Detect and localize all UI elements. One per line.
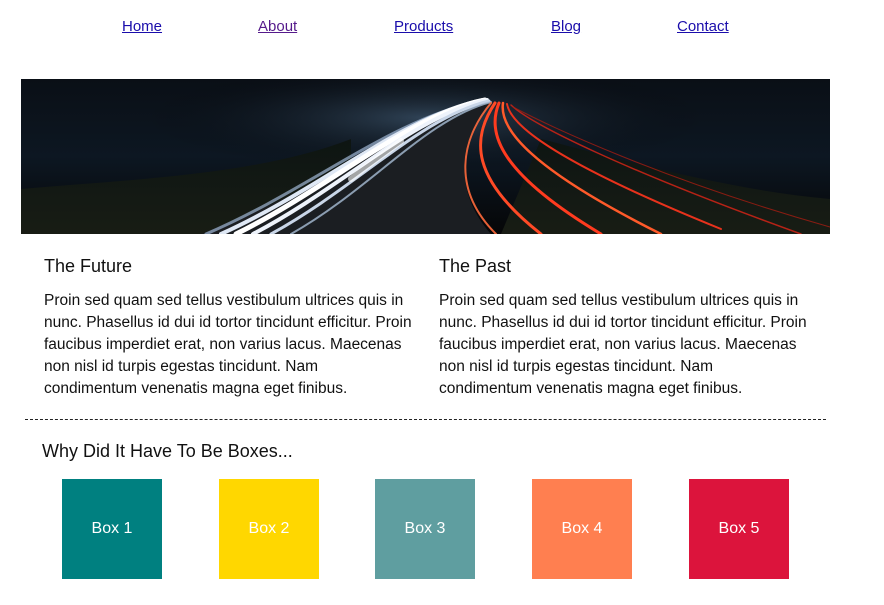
section-divider	[25, 419, 826, 420]
nav-link-contact[interactable]: Contact	[677, 18, 729, 35]
future-column: The Future Proin sed quam sed tellus ves…	[44, 255, 414, 400]
box-1-label: Box 1	[91, 520, 133, 537]
hero-image	[21, 79, 830, 234]
box-3: Box 3	[375, 479, 475, 579]
box-5-label: Box 5	[718, 520, 760, 537]
box-4-label: Box 4	[561, 520, 603, 537]
box-2: Box 2	[219, 479, 319, 579]
nav-link-products[interactable]: Products	[394, 18, 453, 35]
past-column: The Past Proin sed quam sed tellus vesti…	[439, 255, 809, 400]
future-body: Proin sed quam sed tellus vestibulum ult…	[44, 292, 412, 397]
nav-link-about[interactable]: About	[258, 18, 297, 35]
box-2-label: Box 2	[248, 520, 290, 537]
box-4: Box 4	[532, 479, 632, 579]
past-heading: The Past	[439, 256, 512, 276]
past-body: Proin sed quam sed tellus vestibulum ult…	[439, 292, 807, 397]
box-3-label: Box 3	[404, 520, 446, 537]
box-5: Box 5	[689, 479, 789, 579]
nav-link-blog[interactable]: Blog	[551, 18, 581, 35]
main-nav: Home About Products Blog Contact	[0, 18, 884, 38]
boxes-section-title: Why Did It Have To Be Boxes...	[42, 441, 293, 461]
future-heading: The Future	[44, 256, 133, 276]
nav-link-home[interactable]: Home	[122, 18, 162, 35]
box-1: Box 1	[62, 479, 162, 579]
highway-light-trails-image	[21, 79, 830, 234]
